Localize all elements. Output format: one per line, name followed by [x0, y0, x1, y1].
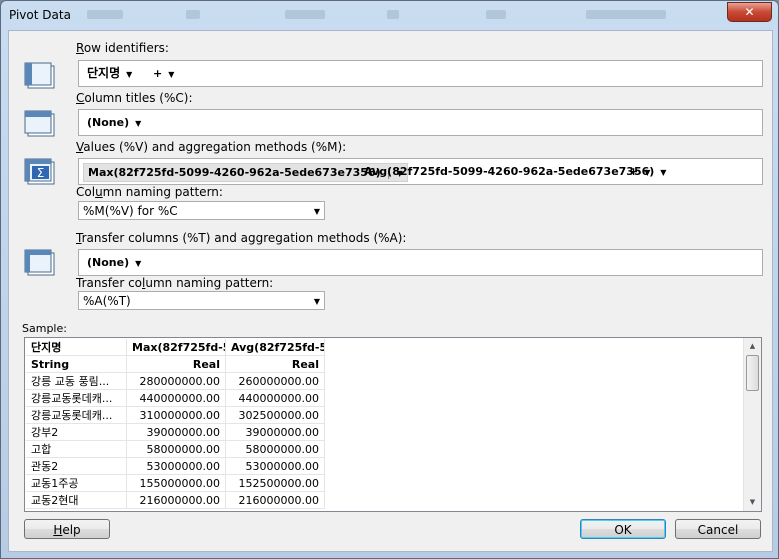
chevron-down-icon: ▼ [135, 119, 142, 128]
background-ghost [87, 10, 123, 19]
cell: 53000000.00 [126, 457, 226, 475]
chevron-down-icon: ▼ [660, 168, 667, 177]
help-button[interactable]: Help [24, 519, 110, 539]
column-naming-combo[interactable]: %M(%V) for %C ▼ [78, 201, 325, 220]
pivot-data-dialog: Pivot Data ✕ Row identifiers: 단지명 ▼ + ▼ Co… [0, 0, 779, 559]
transfer-columns-chip[interactable]: (None) ▼ [83, 254, 145, 271]
chevron-down-icon: ▼ [644, 168, 651, 177]
cell: 155000000.00 [126, 474, 226, 492]
cell: 152500000.00 [225, 474, 325, 492]
column-type: Real [126, 355, 226, 373]
background-ghost [486, 10, 506, 19]
cell: 58000000.00 [225, 440, 325, 458]
cell: 58000000.00 [126, 440, 226, 458]
values-field[interactable]: Max(82f725fd-5099-4260-962a-5ede673e7356… [78, 158, 763, 185]
cell: 216000000.00 [126, 491, 226, 509]
row-identifiers-field[interactable]: 단지명 ▼ + ▼ [78, 60, 763, 87]
cell: 교동1주공 [26, 474, 127, 492]
scroll-down-icon[interactable]: ▼ [744, 494, 761, 511]
dialog-body: Row identifiers: 단지명 ▼ + ▼ Column titles (… [8, 30, 773, 552]
vertical-scrollbar[interactable]: ▲ ▼ [743, 338, 761, 511]
window-title: Pivot Data [9, 8, 71, 22]
cell: 관동2 [26, 457, 127, 475]
ok-button[interactable]: OK [580, 519, 666, 539]
table-row: 교동1주공 155000000.00 152500000.00 [26, 474, 325, 492]
transfer-columns-label: Transfer columns (%T) and aggregation me… [76, 231, 407, 245]
table-row: 강릉 교동 풍림... 280000000.00 260000000.00 [26, 372, 325, 390]
background-ghost [387, 10, 399, 19]
table-row: 고합 58000000.00 58000000.00 [26, 440, 325, 458]
values-label: Values (%V) and aggregation methods (%M)… [76, 140, 347, 154]
add-value-button[interactable]: + ▼ [625, 163, 654, 180]
column-titles-label: Column titles (%C): [76, 91, 193, 105]
add-row-identifier-button[interactable]: + ▼ [149, 65, 178, 82]
column-header[interactable]: Avg(82f725fd-5... [225, 339, 325, 356]
sample-type-row: String Real Real [26, 355, 325, 373]
column-type: String [26, 355, 127, 373]
scroll-up-icon[interactable]: ▲ [744, 338, 761, 355]
cancel-button[interactable]: Cancel [675, 519, 761, 539]
chevron-down-icon: ▼ [126, 70, 133, 79]
chevron-down-icon: ▼ [135, 259, 142, 268]
row-identifiers-icon [24, 62, 55, 89]
column-header[interactable]: 단지명 [26, 339, 127, 356]
close-icon: ✕ [744, 5, 755, 19]
sample-header-row: 단지명 Max(82f725fd-5... Avg(82f725fd-5... [26, 339, 325, 356]
title-bar[interactable]: Pivot Data ✕ [1, 1, 778, 29]
transfer-columns-field[interactable]: (None) ▼ [78, 249, 763, 276]
column-titles-icon [24, 110, 55, 137]
background-ghost [186, 10, 200, 19]
transfer-columns-icon [24, 249, 55, 276]
background-ghost [285, 10, 325, 19]
background-ghost [586, 10, 666, 19]
table-row: 관동2 53000000.00 53000000.00 [26, 457, 325, 475]
table-row: 교동2현대 216000000.00 216000000.00 [26, 491, 325, 509]
chevron-down-icon: ▼ [313, 207, 320, 216]
cell: 53000000.00 [225, 457, 325, 475]
scroll-thumb[interactable] [746, 355, 759, 391]
sample-table: 단지명 Max(82f725fd-5... Avg(82f725fd-5... … [26, 339, 325, 509]
transfer-naming-value: %A(%T) [83, 294, 131, 308]
column-titles-field[interactable]: (None) ▼ [78, 109, 763, 136]
cell: 교동2현대 [26, 491, 127, 509]
cell: 강릉교동롯데캐... [26, 406, 127, 424]
cell: 440000000.00 [126, 389, 226, 407]
chevron-down-icon: ▼ [313, 297, 320, 306]
svg-text:Σ: Σ [37, 166, 45, 180]
cell: 310000000.00 [126, 406, 226, 424]
column-naming-label: Column naming pattern: [76, 185, 223, 199]
cell: 고합 [26, 440, 127, 458]
table-row: 강부2 39000000.00 39000000.00 [26, 423, 325, 441]
chevron-down-icon: ▼ [168, 70, 175, 79]
cell: 39000000.00 [126, 423, 226, 441]
value-chip-avg[interactable]: Avg(82f725fd-5099-4260-962a-5ede673e7356… [360, 163, 670, 180]
row-identifier-chip[interactable]: 단지명 ▼ [83, 65, 136, 82]
cell: 302500000.00 [225, 406, 325, 424]
cell: 강릉 교동 풍림... [26, 372, 127, 390]
cell: 강부2 [26, 423, 127, 441]
cell: 39000000.00 [225, 423, 325, 441]
transfer-naming-label: Transfer column naming pattern: [76, 276, 274, 290]
table-row: 강릉교동롯데캐... 440000000.00 440000000.00 [26, 389, 325, 407]
row-identifiers-label: Row identifiers: [76, 41, 169, 55]
column-titles-chip[interactable]: (None) ▼ [83, 114, 145, 131]
cell: 216000000.00 [225, 491, 325, 509]
cell: 440000000.00 [225, 389, 325, 407]
cell: 260000000.00 [225, 372, 325, 390]
sample-grid[interactable]: 단지명 Max(82f725fd-5... Avg(82f725fd-5... … [24, 337, 762, 512]
transfer-naming-combo[interactable]: %A(%T) ▼ [78, 291, 325, 310]
sigma-icon: Σ [24, 158, 55, 185]
close-button[interactable]: ✕ [727, 2, 772, 22]
cell: 강릉교동롯데캐... [26, 389, 127, 407]
column-naming-value: %M(%V) for %C [83, 204, 178, 218]
column-type: Real [225, 355, 325, 373]
table-row: 강릉교동롯데캐... 310000000.00 302500000.00 [26, 406, 325, 424]
column-header[interactable]: Max(82f725fd-5... [126, 339, 226, 356]
cell: 280000000.00 [126, 372, 226, 390]
sample-label: Sample: [22, 322, 67, 335]
